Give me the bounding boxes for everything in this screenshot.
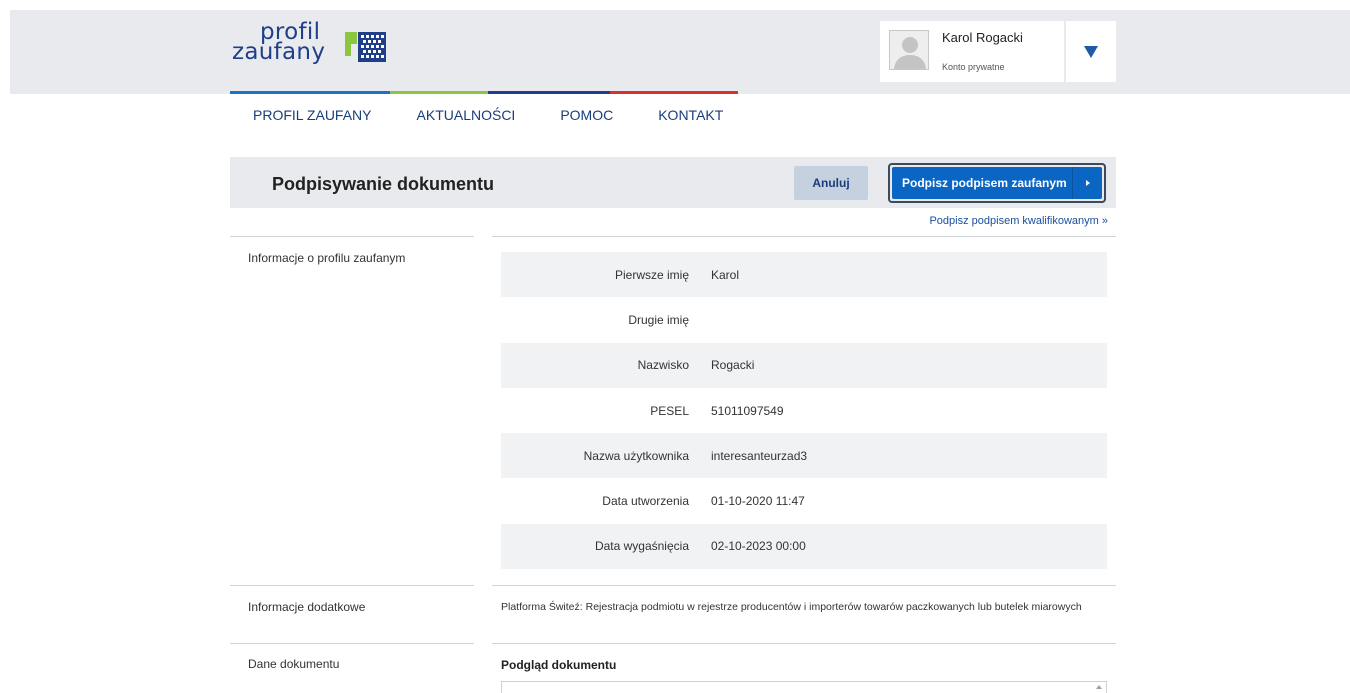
row-label: Pierwsze imię [614,267,689,282]
profile-info-table: Pierwsze imię Karol Drugie imię Nazwisko… [501,252,1107,570]
section-label-additional-info: Informacje dodatkowe [248,600,366,614]
table-row: Nazwa użytkownika interesanteurzad3 [501,433,1107,479]
row-label: Data utworzenia [602,494,689,509]
cancel-button[interactable]: Anuluj [794,166,868,200]
divider [492,585,1116,586]
row-label: Nazwa użytkownika [583,448,689,463]
brand-color-strip [230,91,738,94]
sign-qualified-link[interactable]: Podpisz podpisem kwalifikowanym » [929,215,1108,227]
row-label: Drugie imię [628,312,689,327]
nav-item-pomoc[interactable]: POMOC [560,107,613,123]
table-row: Nazwisko Rogacki [501,342,1107,388]
nav-item-aktualnosci[interactable]: AKTUALNOŚCI [417,107,516,123]
logo-line-2: zaufany [232,39,326,65]
divider [230,585,474,586]
document-preview-frame[interactable] [501,681,1107,693]
table-row: Pierwsze imię Karol [501,252,1107,298]
row-value: Karol [711,267,740,282]
row-label: Data wygaśnięcia [594,539,689,554]
profil-zaufany-logo[interactable]: profil zaufany [232,21,392,77]
row-value: Rogacki [711,358,755,373]
sign-trusted-label: Podpisz podpisem zaufanym [902,176,1067,190]
top-header [10,10,1350,94]
user-account-box[interactable]: Karol Rogacki Konto prywatne [880,21,1064,82]
scroll-up-icon[interactable] [1096,685,1102,689]
nav-item-kontakt[interactable]: KONTAKT [658,107,723,123]
row-value: interesanteurzad3 [711,448,808,463]
additional-info-text: Platforma Świteź: Rejestracja podmiotu w… [501,601,1082,613]
row-value: 02-10-2023 00:00 [711,539,806,554]
user-menu-toggle[interactable] [1066,21,1116,82]
main-nav: PROFIL ZAUFANY AKTUALNOŚCI POMOC KONTAKT [253,107,768,123]
section-label-document-data: Dane dokumentu [248,657,340,671]
account-type: Konto prywatne [942,62,1005,72]
divider [230,236,474,237]
caret-down-icon [1084,45,1098,58]
row-value: 01-10-2020 11:47 [711,494,805,509]
logo-wordmark: profil zaufany [232,21,326,65]
divider [492,236,1116,237]
table-row: Data wygaśnięcia 02-10-2023 00:00 [501,523,1107,570]
row-value: 51011097549 [711,403,784,418]
arrow-right-icon [1072,167,1102,199]
page-title: Podpisywanie dokumentu [272,174,495,194]
nav-item-profil-zaufany[interactable]: PROFIL ZAUFANY [253,107,372,123]
divider [230,643,474,644]
section-label-profile-info: Informacje o profilu zaufanym [248,251,406,265]
sign-button-focus-ring: Podpisz podpisem zaufanym [888,163,1106,203]
document-preview-title: Podgląd dokumentu [501,658,617,672]
page-toolbar: Podpisywanie dokumentu Anuluj Podpisz po… [230,157,1116,208]
logo-mark-icon [345,32,386,62]
table-row: PESEL 51011097549 [501,388,1107,433]
row-label: Nazwisko [637,358,689,373]
user-silhouette-icon [894,37,926,69]
row-label: PESEL [650,403,689,418]
table-row: Data utworzenia 01-10-2020 11:47 [501,478,1107,523]
divider [492,643,1116,644]
avatar [889,30,929,70]
user-name: Karol Rogacki [942,30,1023,45]
sign-trusted-button[interactable]: Podpisz podpisem zaufanym [892,167,1102,199]
table-row: Drugie imię [501,297,1107,342]
